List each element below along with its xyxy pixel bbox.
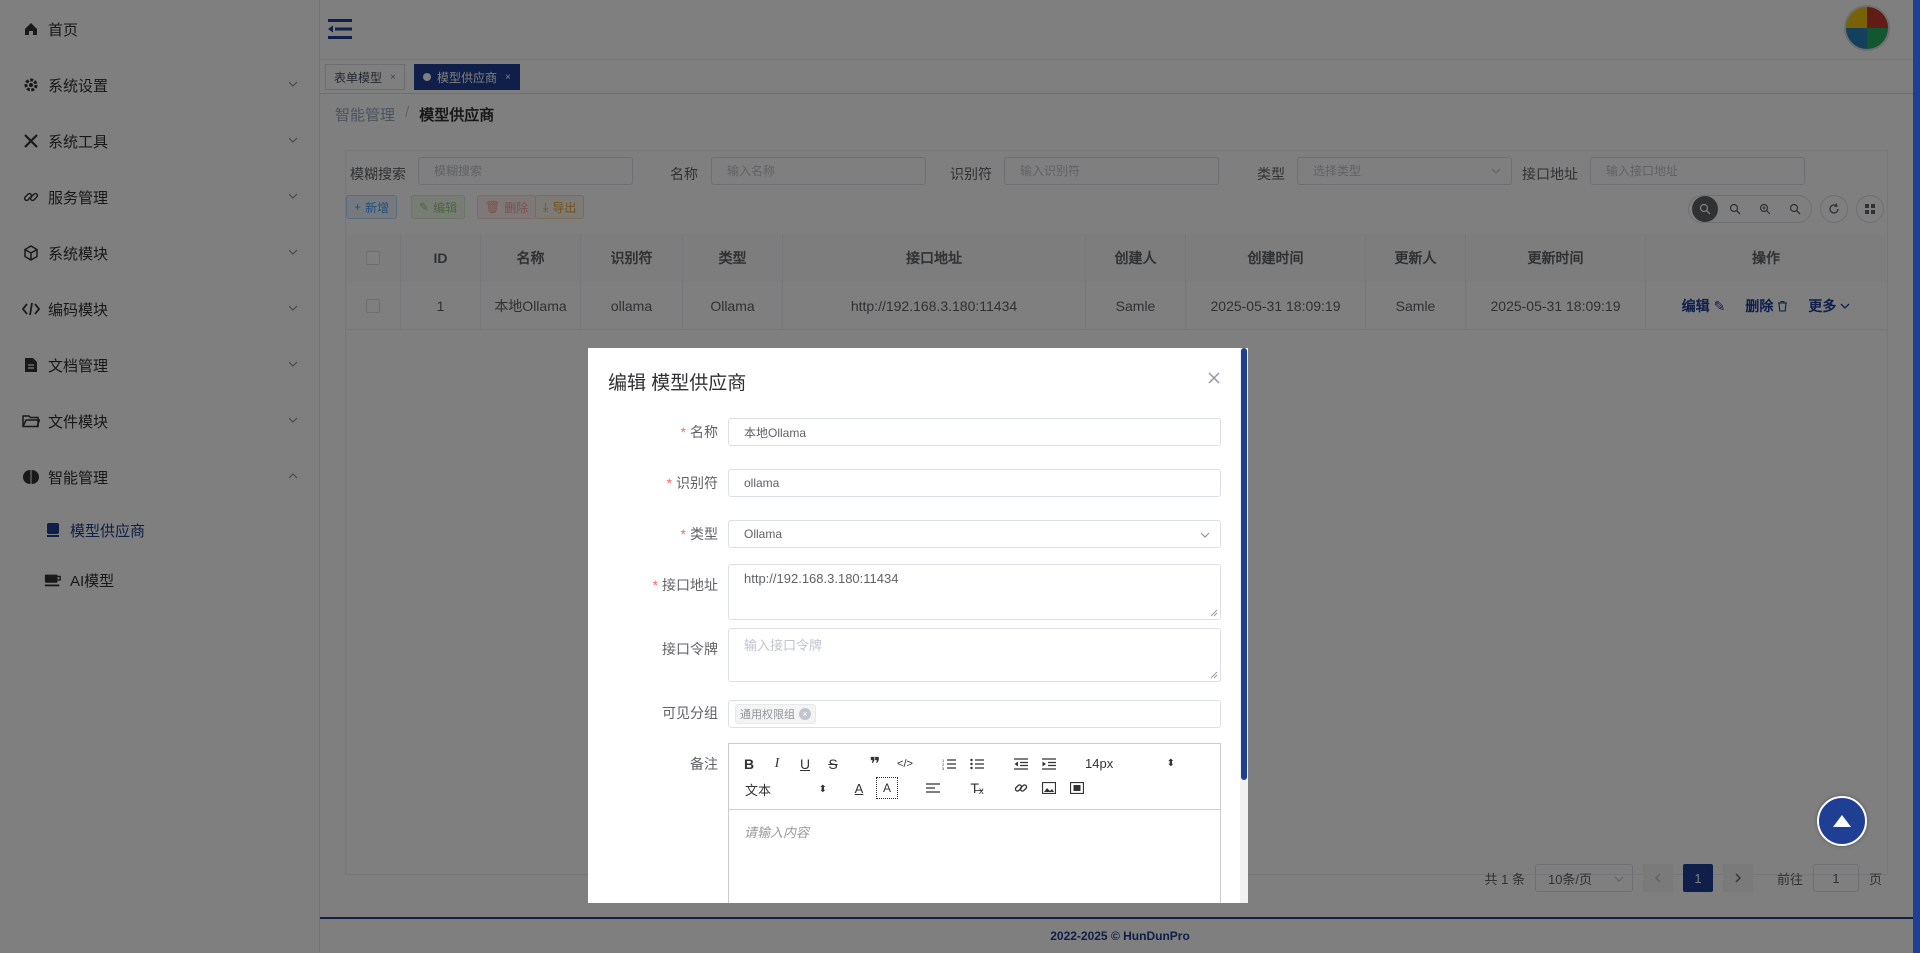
indent-icon[interactable]: [1039, 754, 1059, 774]
bullet-list-icon[interactable]: [967, 754, 987, 774]
video-icon[interactable]: [1067, 778, 1087, 798]
close-icon[interactable]: [1206, 370, 1222, 386]
edit-dialog: 编辑 模型供应商 * 名称 本地Ollama * 识别符 ollama * 类型 Ol…: [588, 348, 1248, 903]
image-icon[interactable]: [1039, 778, 1059, 798]
resize-handle-icon[interactable]: [1210, 671, 1218, 679]
remark-field-label-text: 备注: [690, 756, 718, 772]
code-field-label-text: 识别符: [676, 475, 718, 491]
resize-handle-icon[interactable]: [1210, 609, 1218, 617]
page-scrollbar[interactable]: [1913, 0, 1920, 953]
link-icon[interactable]: [1011, 778, 1031, 798]
type-field-value: Ollama: [744, 527, 783, 541]
token-field-label-text: 接口令牌: [662, 641, 718, 657]
code-field-input[interactable]: ollama: [728, 469, 1221, 497]
editor-placeholder: 请输入内容: [744, 825, 810, 840]
rich-text-editor: B I U S ❞ </> 123 14px ⬍ 文本 ⬍ A A T̶ₓ 请输入内…: [728, 743, 1221, 903]
ordered-list-icon[interactable]: 123: [939, 754, 959, 774]
tag-close-icon[interactable]: ×: [799, 708, 811, 720]
block-type-select[interactable]: 文本 ⬍: [745, 780, 827, 799]
name-field-label: * 名称: [588, 422, 718, 442]
name-field-input[interactable]: 本地Ollama: [728, 418, 1221, 446]
underline-icon[interactable]: U: [795, 754, 815, 774]
token-field-textarea[interactable]: 输入接口令牌: [728, 628, 1221, 682]
group-tag-label: 通用权限组: [740, 709, 795, 721]
block-type-value: 文本: [745, 783, 772, 798]
align-left-icon[interactable]: [923, 778, 943, 798]
dialog-scrollbar-track[interactable]: [1240, 348, 1248, 903]
group-field-select[interactable]: 通用权限组 ×: [728, 700, 1221, 728]
group-tag: 通用权限组 ×: [735, 704, 816, 724]
type-field-select[interactable]: Ollama: [728, 520, 1221, 548]
group-field-label: 可见分组: [588, 703, 718, 723]
name-field-label-text: 名称: [690, 424, 718, 440]
code-block-icon[interactable]: </>: [895, 754, 915, 774]
font-size-value: 14px: [1085, 756, 1114, 771]
font-size-select[interactable]: 14px ⬍: [1085, 756, 1175, 771]
editor-toolbar: B I U S ❞ </> 123 14px ⬍ 文本 ⬍ A A T̶ₓ: [729, 744, 1220, 810]
back-to-top-button[interactable]: [1817, 796, 1867, 846]
required-marker: *: [680, 526, 686, 542]
clear-format-icon[interactable]: T̶ₓ: [967, 778, 987, 798]
required-marker: *: [680, 424, 686, 440]
dialog-scrollbar-thumb[interactable]: [1241, 348, 1247, 780]
url-field-label: * 接口地址: [588, 575, 718, 595]
outdent-icon[interactable]: [1011, 754, 1031, 774]
font-color-icon[interactable]: A: [849, 778, 869, 798]
type-field-label-text: 类型: [690, 526, 718, 542]
background-color-icon[interactable]: A: [876, 777, 898, 799]
token-field-label: 接口令牌: [588, 639, 718, 659]
code-field-label: * 识别符: [588, 473, 718, 493]
chevron-down-icon: [1200, 532, 1210, 538]
updown-icon: ⬍: [1166, 758, 1175, 769]
group-field-label-text: 可见分组: [662, 705, 718, 721]
svg-text:3: 3: [942, 766, 945, 770]
arrow-up-icon: [1833, 815, 1851, 827]
token-field-placeholder: 输入接口令牌: [744, 638, 823, 653]
dialog-title: 编辑 模型供应商: [608, 373, 747, 394]
type-field-label: * 类型: [588, 524, 718, 544]
strikethrough-icon[interactable]: S: [823, 754, 843, 774]
bold-icon[interactable]: B: [739, 754, 759, 774]
italic-icon[interactable]: I: [767, 754, 787, 774]
required-marker: *: [666, 475, 672, 491]
updown-icon: ⬍: [818, 784, 827, 795]
url-field-textarea[interactable]: http://192.168.3.180:11434: [728, 564, 1221, 620]
remark-field-label: 备注: [588, 754, 718, 774]
url-field-value: http://192.168.3.180:11434: [744, 571, 899, 586]
required-marker: *: [652, 577, 658, 593]
editor-body[interactable]: 请输入内容: [729, 810, 1220, 853]
url-field-label-text: 接口地址: [662, 577, 718, 593]
quote-icon[interactable]: ❞: [865, 754, 885, 774]
